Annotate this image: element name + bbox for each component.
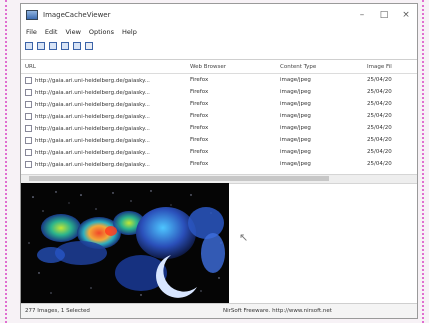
cell-content-type: image/jpeg [280, 125, 311, 131]
maximize-button[interactable]: □ [373, 4, 395, 26]
column-header-browser[interactable]: Web Browser [190, 64, 280, 70]
cell-url: http://gaia.ari.uni-heidelberg.de/gaiask… [21, 124, 190, 132]
menu-bar: File Edit View Options Help [21, 26, 417, 38]
file-icon [25, 88, 32, 96]
app-window: ImageCacheViewer – □ × File Edit View Op… [20, 3, 418, 319]
image-table: URL Web Browser Content Type Image Fil h… [21, 59, 417, 175]
window-title: ImageCacheViewer [43, 11, 111, 19]
close-button[interactable]: × [395, 4, 417, 26]
cell-url: http://gaia.ari.uni-heidelberg.de/gaiask… [21, 88, 190, 96]
cell-url-text: http://gaia.ari.uni-heidelberg.de/gaiask… [35, 125, 150, 132]
cell-browser: Firefox [190, 77, 209, 83]
copy-icon[interactable] [37, 42, 45, 50]
toolbar [21, 39, 417, 53]
table-row[interactable]: http://gaia.ari.uni-heidelberg.de/gaiask… [21, 110, 417, 122]
cell-content-type: image/jpeg [280, 137, 311, 143]
cell-url: http://gaia.ari.uni-heidelberg.de/gaiask… [21, 100, 190, 108]
cell-browser: Firefox [190, 101, 209, 107]
menu-view[interactable]: View [65, 28, 80, 36]
table-row[interactable]: http://gaia.ari.uni-heidelberg.de/gaiask… [21, 86, 417, 98]
file-icon [25, 160, 32, 168]
cell-url-text: http://gaia.ari.uni-heidelberg.de/gaiask… [35, 101, 150, 108]
menu-edit[interactable]: Edit [45, 28, 58, 36]
cell-date: 25/04/20 [367, 89, 392, 95]
exit-icon[interactable] [85, 42, 93, 50]
cell-browser: Firefox [190, 161, 209, 167]
table-header: URL Web Browser Content Type Image Fil [21, 60, 417, 74]
column-header-image-file[interactable]: Image Fil [367, 64, 417, 70]
cell-url-text: http://gaia.ari.uni-heidelberg.de/gaiask… [35, 161, 150, 168]
cell-date: 25/04/20 [367, 113, 392, 119]
file-icon [25, 100, 32, 108]
table-row[interactable]: http://gaia.ari.uni-heidelberg.de/gaiask… [21, 158, 417, 170]
cell-content-type: image/jpeg [280, 113, 311, 119]
table-row[interactable]: http://gaia.ari.uni-heidelberg.de/gaiask… [21, 146, 417, 158]
cell-date: 25/04/20 [367, 125, 392, 131]
cell-date: 25/04/20 [367, 161, 392, 167]
table-row[interactable]: http://gaia.ari.uni-heidelberg.de/gaiask… [21, 74, 417, 86]
cell-date: 25/04/20 [367, 149, 392, 155]
table-row[interactable]: http://gaia.ari.uni-heidelberg.de/gaiask… [21, 98, 417, 110]
menu-file[interactable]: File [26, 28, 37, 36]
cell-url: http://gaia.ari.uni-heidelberg.de/gaiask… [21, 136, 190, 144]
cell-content-type: image/jpeg [280, 161, 311, 167]
cell-date: 25/04/20 [367, 77, 392, 83]
cell-url: http://gaia.ari.uni-heidelberg.de/gaiask… [21, 148, 190, 156]
cell-date: 25/04/20 [367, 101, 392, 107]
cell-content-type: image/jpeg [280, 149, 311, 155]
save-icon[interactable] [25, 42, 33, 50]
file-icon [25, 148, 32, 156]
cell-url: http://gaia.ari.uni-heidelberg.de/gaiask… [21, 160, 190, 168]
cell-url-text: http://gaia.ari.uni-heidelberg.de/gaiask… [35, 77, 150, 84]
cell-url-text: http://gaia.ari.uni-heidelberg.de/gaiask… [35, 149, 150, 156]
scrollbar-thumb[interactable] [29, 176, 329, 181]
app-icon [26, 10, 38, 20]
file-icon [25, 112, 32, 120]
status-nirsoft-link[interactable]: NirSoft Freeware. http://www.nirsoft.net [223, 308, 332, 314]
menu-help[interactable]: Help [122, 28, 137, 36]
mouse-cursor-icon: ↖ [239, 231, 249, 244]
cell-content-type: image/jpeg [280, 101, 311, 107]
column-header-url[interactable]: URL [21, 64, 190, 70]
preview-image [21, 183, 229, 303]
report-icon[interactable] [73, 42, 81, 50]
cell-url-text: http://gaia.ari.uni-heidelberg.de/gaiask… [35, 137, 150, 144]
cell-content-type: image/jpeg [280, 77, 311, 83]
title-bar: ImageCacheViewer – □ × [21, 4, 417, 26]
minimize-button[interactable]: – [351, 4, 373, 26]
file-icon [25, 76, 32, 84]
status-selection-count: 277 Images, 1 Selected [25, 308, 90, 314]
cell-url-text: http://gaia.ari.uni-heidelberg.de/gaiask… [35, 89, 150, 96]
menu-options[interactable]: Options [89, 28, 114, 36]
column-header-content-type[interactable]: Content Type [280, 64, 367, 70]
file-icon [25, 136, 32, 144]
cell-url: http://gaia.ari.uni-heidelberg.de/gaiask… [21, 76, 190, 84]
file-icon [25, 124, 32, 132]
table-row[interactable]: http://gaia.ari.uni-heidelberg.de/gaiask… [21, 134, 417, 146]
cell-browser: Firefox [190, 89, 209, 95]
cell-url-text: http://gaia.ari.uni-heidelberg.de/gaiask… [35, 113, 150, 120]
status-bar: 277 Images, 1 Selected NirSoft Freeware.… [21, 303, 417, 318]
cell-content-type: image/jpeg [280, 89, 311, 95]
properties-icon[interactable] [49, 42, 57, 50]
table-row[interactable]: http://gaia.ari.uni-heidelberg.de/gaiask… [21, 122, 417, 134]
refresh-icon[interactable] [61, 42, 69, 50]
cell-browser: Firefox [190, 113, 209, 119]
cell-browser: Firefox [190, 149, 209, 155]
cell-url: http://gaia.ari.uni-heidelberg.de/gaiask… [21, 112, 190, 120]
cell-date: 25/04/20 [367, 137, 392, 143]
cell-browser: Firefox [190, 125, 209, 131]
cell-browser: Firefox [190, 137, 209, 143]
image-preview [21, 183, 229, 303]
